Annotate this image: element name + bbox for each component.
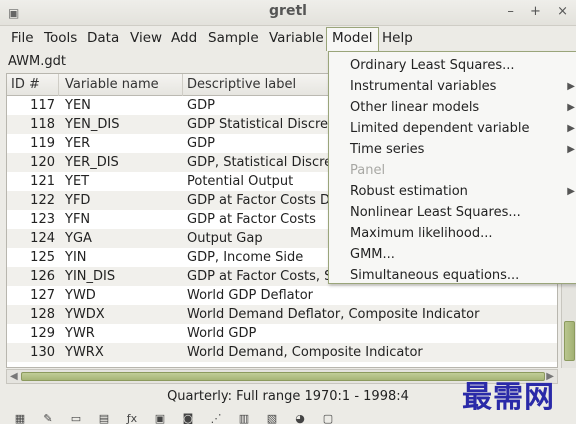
window-controls: – + × xyxy=(495,4,568,19)
graph-icon[interactable]: ⋰ xyxy=(208,413,224,424)
menu-help[interactable]: Help xyxy=(377,27,418,51)
edit-icon[interactable]: ✎ xyxy=(40,413,56,424)
minimize-icon[interactable]: – xyxy=(507,4,514,19)
close-icon[interactable]: × xyxy=(557,4,568,19)
submenu-arrow-icon: ▶ xyxy=(567,144,575,155)
console-icon[interactable]: ▤ xyxy=(96,413,112,424)
cell-id: 118 xyxy=(30,117,55,132)
session-icon[interactable]: ◕ xyxy=(292,413,308,424)
menu-view[interactable]: View xyxy=(125,27,167,51)
menu-item-simultaneous-equations[interactable]: Simultaneous equations... xyxy=(329,265,576,286)
dataset-filename: AWM.gdt xyxy=(8,54,66,69)
menu-tools[interactable]: Tools xyxy=(39,27,82,51)
cell-id: 127 xyxy=(30,288,55,303)
menu-file[interactable]: File xyxy=(6,27,39,51)
table-icon[interactable]: ▥ xyxy=(236,413,252,424)
cell-variable-name: YWRX xyxy=(65,345,104,360)
scroll-left-icon[interactable]: ◀ xyxy=(10,370,18,383)
cell-variable-name: YER_DIS xyxy=(65,155,119,170)
menu-variable[interactable]: Variable xyxy=(264,27,329,51)
cell-id: 122 xyxy=(30,193,55,208)
menu-item-maximum-likelihood[interactable]: Maximum likelihood... xyxy=(329,223,576,244)
cell-variable-name: YEN xyxy=(65,98,91,113)
cell-variable-name: YFD xyxy=(65,193,91,208)
menu-item-label: Nonlinear Least Squares... xyxy=(350,205,521,220)
menu-item-ordinary-least-squares[interactable]: Ordinary Least Squares... xyxy=(329,55,576,76)
menu-bar: File Tools Data View Add Sample Variable… xyxy=(0,27,576,51)
menu-item-label: Instrumental variables xyxy=(350,79,497,94)
model-menu-dropdown: Ordinary Least Squares... Instrumental va… xyxy=(328,51,576,284)
submenu-arrow-icon: ▶ xyxy=(567,123,575,134)
cell-id: 130 xyxy=(30,345,55,360)
cell-descriptive-label: World Demand, Composite Indicator xyxy=(187,345,423,360)
document-icon[interactable]: ▢ xyxy=(320,413,336,424)
menu-sample[interactable]: Sample xyxy=(203,27,264,51)
cell-id: 119 xyxy=(30,136,55,151)
table-row[interactable]: 128 YWDX World Demand Deflator, Composite … xyxy=(7,305,557,324)
table-row[interactable]: 129 YWR World GDP xyxy=(7,324,557,343)
cell-variable-name: YWDX xyxy=(65,307,105,322)
menu-item-label: GMM... xyxy=(350,247,395,262)
menu-item-label: Limited dependent variable xyxy=(350,121,530,136)
menu-item-label: Simultaneous equations... xyxy=(350,268,520,283)
cell-id: 121 xyxy=(30,174,55,189)
cell-id: 123 xyxy=(30,212,55,227)
menu-item-label: Time series xyxy=(350,142,425,157)
menu-model[interactable]: Model xyxy=(326,27,379,51)
terminal-icon[interactable]: ▭ xyxy=(68,413,84,424)
menu-item-gmm[interactable]: GMM... xyxy=(329,244,576,265)
help-icon[interactable]: ◙ xyxy=(180,413,196,424)
cell-variable-name: YFN xyxy=(65,212,91,227)
database-icon[interactable]: ▧ xyxy=(264,413,280,424)
cell-descriptive-label: World GDP Deflator xyxy=(187,288,314,303)
menu-data[interactable]: Data xyxy=(82,27,124,51)
submenu-arrow-icon: ▶ xyxy=(567,102,575,113)
menu-item-label: Robust estimation xyxy=(350,184,468,199)
cell-descriptive-label: World GDP xyxy=(187,326,257,341)
cell-descriptive-label: World Demand Deflator, Composite Indicat… xyxy=(187,307,480,322)
menu-item-instrumental-variables[interactable]: Instrumental variables ▶ xyxy=(329,76,576,97)
title-bar[interactable]: ▣ gretl – + × xyxy=(0,0,576,26)
cell-variable-name: YET xyxy=(65,174,90,189)
bottom-toolbar: ▦ ✎ ▭ ▤ ƒx ▣ ◙ ⋰ ▥ ▧ ◕ ▢ xyxy=(0,410,576,424)
cell-variable-name: YEN_DIS xyxy=(65,117,120,132)
cell-id: 124 xyxy=(30,231,55,246)
cell-id: 117 xyxy=(30,98,55,113)
cell-variable-name: YIN_DIS xyxy=(65,269,116,284)
menu-item-robust-estimation[interactable]: Robust estimation ▶ xyxy=(329,181,576,202)
submenu-arrow-icon: ▶ xyxy=(567,81,575,92)
menu-item-nonlinear-least-squares[interactable]: Nonlinear Least Squares... xyxy=(329,202,576,223)
cell-id: 126 xyxy=(30,269,55,284)
column-header-id[interactable]: ID # xyxy=(7,74,59,96)
maximize-icon[interactable]: + xyxy=(530,4,541,19)
menu-item-time-series[interactable]: Time series ▶ xyxy=(329,139,576,160)
cell-variable-name: YER xyxy=(65,136,91,151)
menu-item-label: Ordinary Least Squares... xyxy=(350,58,515,73)
cell-id: 125 xyxy=(30,250,55,265)
menu-item-other-linear-models[interactable]: Other linear models ▶ xyxy=(329,97,576,118)
calculator-icon[interactable]: ▦ xyxy=(12,413,28,424)
menu-item-label: Maximum likelihood... xyxy=(350,226,493,241)
function-icon[interactable]: ƒx xyxy=(124,413,140,424)
table-row[interactable]: 130 YWRX World Demand, Composite Indicator xyxy=(7,343,557,362)
table-row[interactable]: 127 YWD World GDP Deflator xyxy=(7,286,557,305)
pdf-icon[interactable]: ▣ xyxy=(152,413,168,424)
window-title: gretl xyxy=(269,3,307,19)
menu-item-label: Panel xyxy=(350,163,386,178)
menu-add[interactable]: Add xyxy=(166,27,202,51)
column-header-name[interactable]: Variable name xyxy=(61,74,183,96)
menu-item-label: Other linear models xyxy=(350,100,480,115)
menu-item-panel: Panel xyxy=(329,160,576,181)
cell-variable-name: YIN xyxy=(65,250,87,265)
menu-item-limited-dependent-variable[interactable]: Limited dependent variable ▶ xyxy=(329,118,576,139)
submenu-arrow-icon: ▶ xyxy=(567,186,575,197)
cell-variable-name: YWD xyxy=(65,288,96,303)
cell-id: 128 xyxy=(30,307,55,322)
cell-variable-name: YWR xyxy=(65,326,95,341)
cell-id: 129 xyxy=(30,326,55,341)
cell-id: 120 xyxy=(30,155,55,170)
vertical-scroll-thumb[interactable] xyxy=(564,321,575,361)
cell-variable-name: YGA xyxy=(65,231,92,246)
